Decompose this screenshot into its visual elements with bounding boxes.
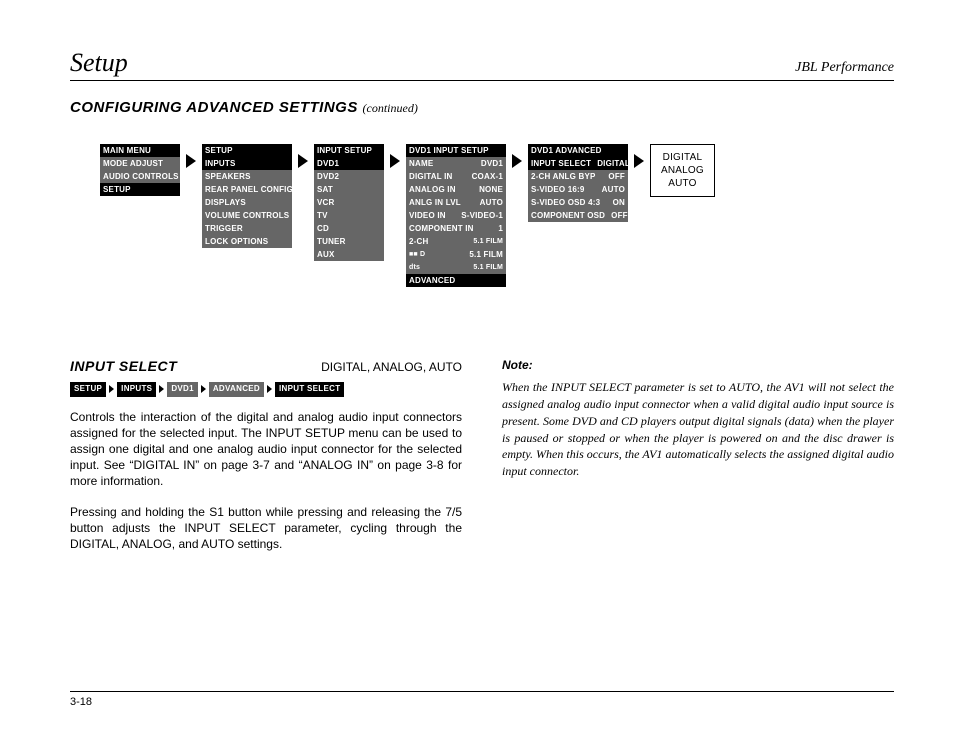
menu-item: COMPONENT OSDOFF	[528, 209, 628, 222]
menu-item: MODE ADJUST	[100, 157, 180, 170]
section-heading: CONFIGURING ADVANCED SETTINGS (continued…	[70, 99, 894, 116]
crumb: DVD1	[167, 382, 198, 397]
page-header: Setup JBL Performance	[70, 48, 894, 81]
menu-item-selected: DVD1	[314, 157, 384, 170]
menu-item: ANALOG INNONE	[406, 183, 506, 196]
note-label: Note:	[502, 357, 894, 373]
menu-item: dts5.1 FILM	[406, 261, 506, 274]
arrow-icon	[298, 154, 308, 168]
menu-item-selected: SETUP	[100, 183, 180, 196]
menu-item: S-VIDEO OSD 4:3ON	[528, 196, 628, 209]
crumb: ADVANCED	[209, 382, 264, 397]
menu-nav-row: MAIN MENU MODE ADJUST AUDIO CONTROLS SET…	[100, 144, 894, 287]
menu-item: 2-CH ANLG BYPOFF	[528, 170, 628, 183]
menu-item: ■■ D5.1 FILM	[406, 248, 506, 261]
page-number: 3-18	[70, 696, 92, 708]
arrow-icon	[201, 385, 206, 393]
menu-item: TRIGGER	[202, 222, 292, 235]
menu-setup: SETUP INPUTS SPEAKERS REAR PANEL CONFIG …	[202, 144, 292, 248]
menu-title: DVD1 ADVANCED	[528, 144, 628, 157]
option-auto: AUTO	[661, 177, 704, 190]
menu-dvd1-input: DVD1 INPUT SETUP NAMEDVD1 DIGITAL INCOAX…	[406, 144, 506, 287]
menu-item-selected: ADVANCED	[406, 274, 506, 287]
section-heading-text: CONFIGURING ADVANCED SETTINGS	[70, 99, 358, 116]
option-analog: ANALOG	[661, 164, 704, 177]
page-title: Setup	[70, 48, 128, 78]
body-paragraph: Controls the interaction of the digital …	[70, 409, 462, 490]
menu-input-setup: INPUT SETUP DVD1 DVD2 SAT VCR TV CD TUNE…	[314, 144, 384, 261]
menu-item: DIGITAL INCOAX-1	[406, 170, 506, 183]
option-digital: DIGITAL	[661, 151, 704, 164]
body-columns: INPUT SELECT DIGITAL, ANALOG, AUTO SETUP…	[70, 357, 894, 566]
menu-item: TUNER	[314, 235, 384, 248]
menu-options-box: DIGITAL ANALOG AUTO	[650, 144, 715, 197]
menu-title: SETUP	[202, 144, 292, 157]
menu-item: REAR PANEL CONFIG	[202, 183, 292, 196]
arrow-icon	[512, 154, 522, 168]
crumb: INPUTS	[117, 382, 156, 397]
menu-item: AUDIO CONTROLS	[100, 170, 180, 183]
menu-title: DVD1 INPUT SETUP	[406, 144, 506, 157]
subsection-heading: INPUT SELECT	[70, 357, 177, 376]
menu-item: AUX	[314, 248, 384, 261]
right-column: Note: When the INPUT SELECT parameter is…	[502, 357, 894, 566]
note-body: When the INPUT SELECT parameter is set t…	[502, 379, 894, 480]
menu-item: TV	[314, 209, 384, 222]
menu-item: DVD2	[314, 170, 384, 183]
crumb: SETUP	[70, 382, 106, 397]
menu-item: LOCK OPTIONS	[202, 235, 292, 248]
brand-label: JBL Performance	[795, 60, 894, 76]
menu-item: SAT	[314, 183, 384, 196]
menu-item: CD	[314, 222, 384, 235]
menu-item: SPEAKERS	[202, 170, 292, 183]
menu-item: ANLG IN LVLAUTO	[406, 196, 506, 209]
arrow-icon	[109, 385, 114, 393]
crumb: INPUT SELECT	[275, 382, 344, 397]
menu-item: S-VIDEO 16:9AUTO	[528, 183, 628, 196]
arrow-icon	[186, 154, 196, 168]
subsection-options: DIGITAL, ANALOG, AUTO	[321, 359, 462, 375]
menu-item: 2-CH5.1 FILM	[406, 235, 506, 248]
menu-item: COMPONENT IN1	[406, 222, 506, 235]
menu-item-selected: INPUT SELECTDIGITAL	[528, 157, 628, 170]
arrow-icon	[267, 385, 272, 393]
menu-item: VIDEO INS-VIDEO-1	[406, 209, 506, 222]
menu-main: MAIN MENU MODE ADJUST AUDIO CONTROLS SET…	[100, 144, 180, 196]
menu-dvd1-advanced: DVD1 ADVANCED INPUT SELECTDIGITAL 2-CH A…	[528, 144, 628, 222]
menu-title: INPUT SETUP	[314, 144, 384, 157]
left-column: INPUT SELECT DIGITAL, ANALOG, AUTO SETUP…	[70, 357, 462, 566]
arrow-icon	[159, 385, 164, 393]
breadcrumb: SETUP INPUTS DVD1 ADVANCED INPUT SELECT	[70, 382, 462, 397]
menu-item: VOLUME CONTROLS	[202, 209, 292, 222]
menu-item-selected: INPUTS	[202, 157, 292, 170]
menu-item: NAMEDVD1	[406, 157, 506, 170]
arrow-icon	[390, 154, 400, 168]
arrow-icon	[634, 154, 644, 168]
menu-title: MAIN MENU	[100, 144, 180, 157]
page-footer: 3-18	[70, 691, 894, 708]
menu-item: VCR	[314, 196, 384, 209]
menu-item: DISPLAYS	[202, 196, 292, 209]
section-continued: (continued)	[363, 101, 418, 115]
body-paragraph: Pressing and holding the S1 button while…	[70, 504, 462, 553]
